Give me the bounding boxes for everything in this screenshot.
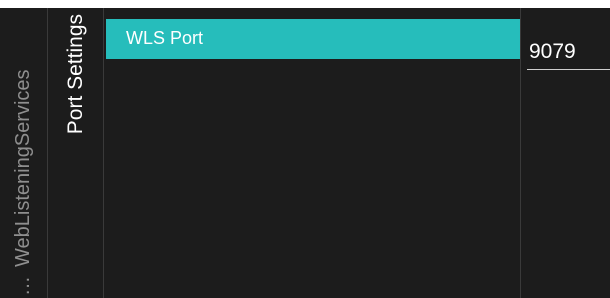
breadcrumb-parent-label: WebListeningServices	[12, 69, 34, 267]
page-title-column: Port Settings	[48, 8, 104, 298]
menu-item-label: WLS Port	[126, 28, 204, 48]
page-title: Port Settings	[64, 14, 87, 135]
breadcrumb[interactable]: … WebListeningServices	[11, 69, 35, 296]
value-panel: 9079	[521, 8, 610, 298]
menu-item-wls-port[interactable]: WLS Port	[106, 19, 520, 59]
settings-screen: … WebListeningServices Port Settings WLS …	[0, 8, 610, 298]
port-value-field[interactable]: 9079	[527, 34, 610, 70]
breadcrumb-ellipsis: …	[12, 273, 34, 296]
breadcrumb-column: … WebListeningServices	[0, 8, 48, 298]
menu-list: WLS Port	[104, 8, 521, 298]
